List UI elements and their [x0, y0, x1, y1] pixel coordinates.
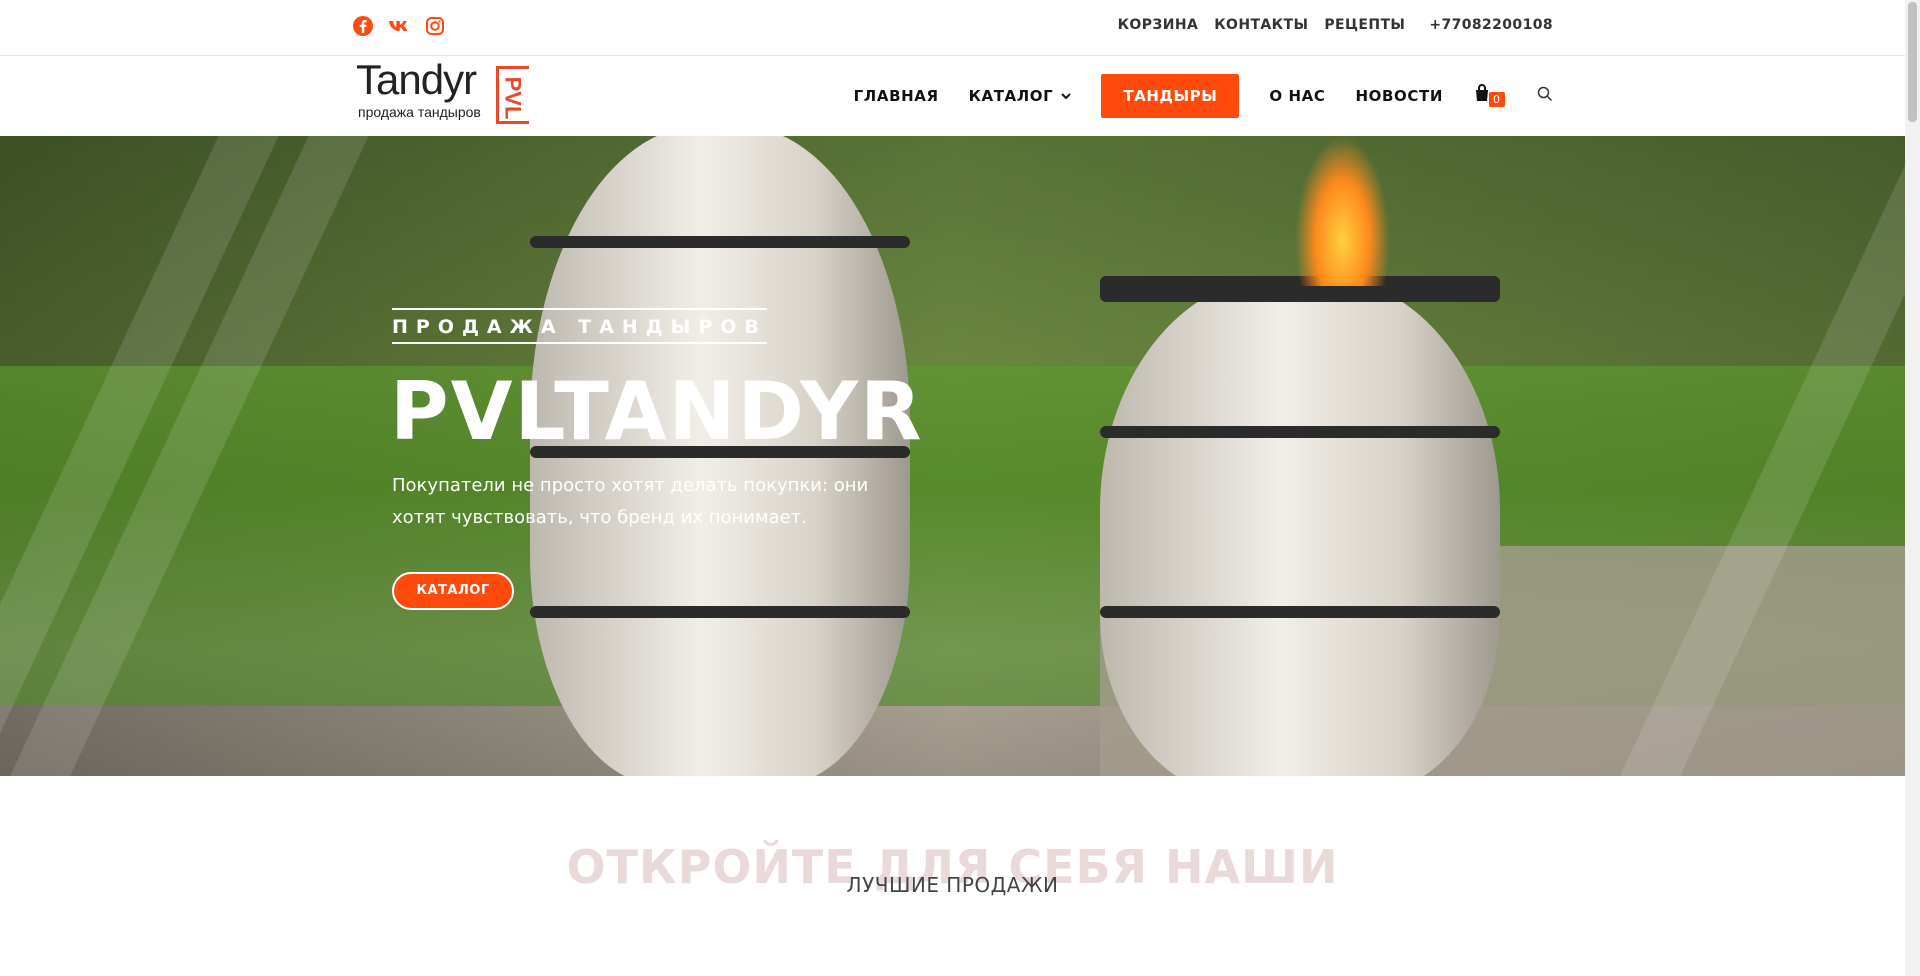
hero-catalog-button[interactable]: КАТАЛОГ — [392, 572, 514, 610]
tandyr-image-right — [1100, 276, 1500, 776]
main-header: Tandyr продажа тандыров PVL ГЛАВНАЯ КАТА… — [0, 56, 1905, 136]
hero-kicker: ПРОДАЖА ТАНДЫРОВ — [392, 308, 767, 344]
nav-catalog[interactable]: КАТАЛОГ — [969, 87, 1072, 105]
top-link-cart[interactable]: КОРЗИНА — [1118, 17, 1199, 33]
tandyr-band — [530, 236, 910, 248]
cart-button[interactable]: 0 — [1473, 84, 1507, 108]
chevron-down-icon — [1061, 93, 1072, 100]
top-links: КОРЗИНА КОНТАКТЫ РЕЦЕПТЫ +77082200108 — [1118, 17, 1553, 33]
logo-mark: PVL — [496, 66, 529, 124]
cart-count-badge: 0 — [1489, 92, 1505, 107]
hero-title: PVLTANDYR — [390, 365, 924, 458]
top-link-recipes[interactable]: РЕЦЕПТЫ — [1324, 17, 1405, 33]
nav-home[interactable]: ГЛАВНАЯ — [854, 87, 939, 105]
nav-catalog-label: КАТАЛОГ — [968, 87, 1054, 105]
hero-slider — [0, 136, 1905, 776]
hero-text: Покупатели не просто хотят делать покупк… — [392, 475, 869, 528]
section-subtitle: ЛУЧШИЕ ПРОДАЖИ — [846, 873, 1059, 897]
nav-news[interactable]: НОВОСТИ — [1356, 87, 1443, 105]
page: КОРЗИНА КОНТАКТЫ РЕЦЕПТЫ +77082200108 Ta… — [0, 0, 1905, 976]
tandyr-band — [1100, 426, 1500, 438]
nav-tandyrs-button[interactable]: ТАНДЫРЫ — [1101, 74, 1240, 118]
site-logo[interactable]: Tandyr продажа тандыров PVL — [356, 56, 534, 126]
page-scrollbar[interactable] — [1905, 0, 1920, 976]
top-bar: КОРЗИНА КОНТАКТЫ РЕЦЕПТЫ +77082200108 — [0, 0, 1905, 56]
social-links — [352, 15, 446, 37]
top-link-contacts[interactable]: КОНТАКТЫ — [1214, 17, 1308, 33]
facebook-icon[interactable] — [352, 15, 374, 37]
scrollbar-thumb[interactable] — [1908, 2, 1917, 122]
nav-about[interactable]: О НАС — [1269, 87, 1325, 105]
phone-number[interactable]: +77082200108 — [1429, 17, 1553, 33]
logo-subtitle: продажа тандыров — [358, 104, 481, 120]
fire-image — [1295, 136, 1390, 286]
vk-icon[interactable] — [388, 15, 410, 37]
tandyr-band — [1100, 606, 1500, 618]
logo-title: Tandyr — [356, 56, 477, 103]
search-icon[interactable] — [1537, 86, 1553, 106]
tandyr-band — [530, 606, 910, 618]
main-nav: ГЛАВНАЯ КАТАЛОГ ТАНДЫРЫ О НАС НОВОСТИ 0 — [854, 74, 1553, 118]
instagram-icon[interactable] — [424, 15, 446, 37]
logo-mark-text: PVL — [500, 76, 526, 120]
